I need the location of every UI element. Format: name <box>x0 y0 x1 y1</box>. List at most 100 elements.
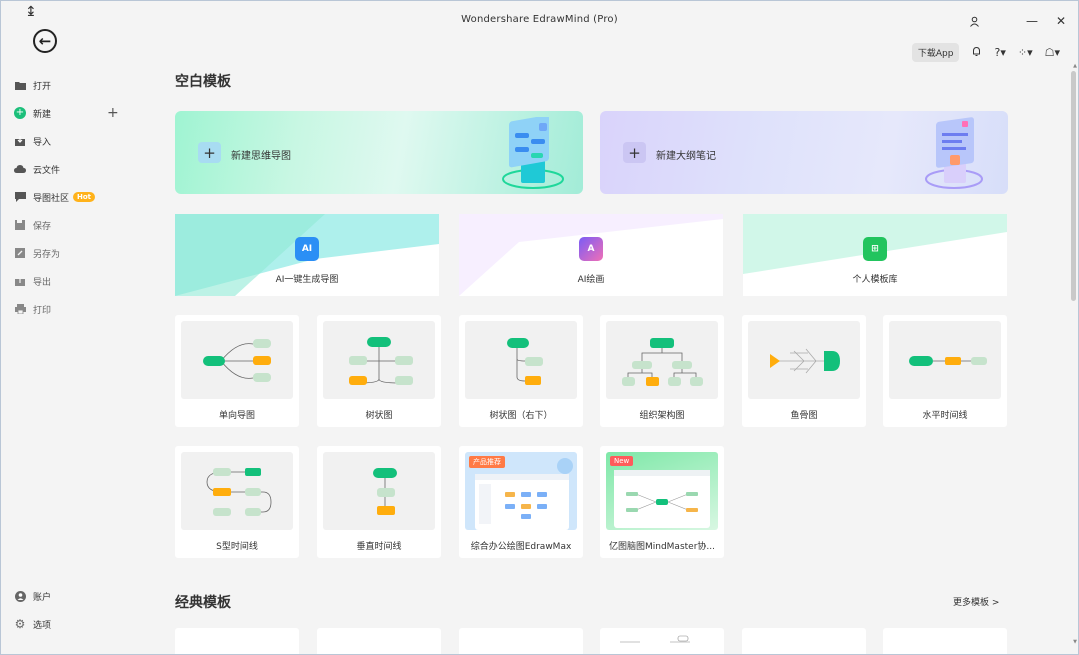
sidebar-item-label: 打开 <box>33 81 52 92</box>
user-icon[interactable] <box>963 11 985 31</box>
sidebar-item-import[interactable]: 导入 <box>1 127 131 155</box>
sidebar-item-print[interactable]: 打印 <box>1 295 131 323</box>
classic-template-card[interactable] <box>883 628 1007 654</box>
template-label: 亿图脑图MindMaster协... <box>608 542 715 552</box>
sidebar-item-label: 打印 <box>33 305 52 316</box>
sidebar: 打开 + 新建 + 导入 云文件 导图社区 Hot 保存 另存为 导出 打印 <box>1 71 131 323</box>
template-thumbnail <box>323 452 435 530</box>
template-edrawmax[interactable]: 产品推荐 综合办公绘图EdrawMax <box>459 446 583 558</box>
save-icon <box>14 219 26 231</box>
title-bar: ↨ Wondershare EdrawMind (Pro) — ✕ <box>1 1 1078 39</box>
classic-template-card[interactable] <box>600 628 724 654</box>
download-app-button[interactable]: 下载App <box>911 43 960 62</box>
template-org[interactable]: 组织架构图 <box>600 315 724 427</box>
ai-icon: AI <box>295 237 319 261</box>
card-label: 个人模板库 <box>852 275 898 285</box>
sidebar-item-export[interactable]: 导出 <box>1 267 131 295</box>
bell-icon[interactable] <box>971 46 982 60</box>
template-timeline-s[interactable]: S型时间线 <box>175 446 299 558</box>
new-plus-icon: + <box>14 107 26 119</box>
close-button[interactable]: ✕ <box>1050 11 1072 31</box>
template-label: S型时间线 <box>216 542 258 552</box>
sidebar-item-cloud[interactable]: 云文件 <box>1 155 131 183</box>
plus-icon: + <box>198 142 221 163</box>
export-icon <box>14 275 26 287</box>
template-label: 树状图（右下） <box>489 411 553 421</box>
classic-template-card[interactable] <box>175 628 299 654</box>
save-as-icon <box>14 247 26 259</box>
sidebar-item-label: 选项 <box>33 620 52 631</box>
section-title-classic: 经典模板 <box>175 595 231 611</box>
template-mindmaster[interactable]: New 亿图脑图MindMaster协... <box>600 446 724 558</box>
sidebar-item-save[interactable]: 保存 <box>1 211 131 239</box>
sidebar-item-label: 导入 <box>33 137 52 148</box>
back-arrow-icon[interactable]: ← <box>33 29 57 53</box>
printer-icon <box>14 303 26 315</box>
template-library-icon: ⊞ <box>863 237 887 261</box>
more-templates-link[interactable]: 更多模板 > <box>953 595 999 608</box>
template-label: 单向导图 <box>218 411 255 421</box>
sidebar-item-community[interactable]: 导图社区 Hot <box>1 183 131 211</box>
folder-icon <box>14 79 26 91</box>
scroll-down-arrow-icon[interactable]: ▼ <box>1073 639 1077 645</box>
minimize-button[interactable]: — <box>1021 11 1043 31</box>
account-icon <box>14 590 26 602</box>
template-thumbnail <box>889 321 1001 399</box>
template-thumbnail <box>181 452 293 530</box>
help-icon[interactable]: ?▾ <box>994 46 1005 59</box>
scroll-up-arrow-icon[interactable]: ▲ <box>1073 63 1077 69</box>
sidebar-item-label: 另存为 <box>33 249 61 260</box>
template-label: 垂直时间线 <box>356 542 402 552</box>
sidebar-item-label: 云文件 <box>33 165 61 176</box>
mindmap-illustration-icon <box>502 117 564 189</box>
template-thumbnail <box>606 321 718 399</box>
new-badge: New <box>610 456 634 466</box>
ai-draw-card[interactable]: A AI绘画 <box>459 214 723 296</box>
sidebar-item-new[interactable]: + 新建 + <box>1 99 131 127</box>
app-window: ↨ Wondershare EdrawMind (Pro) — ✕ ← 下载Ap… <box>0 0 1079 655</box>
sidebar-item-open[interactable]: 打开 <box>1 71 131 99</box>
template-label: 鱼骨图 <box>790 411 818 421</box>
template-timeline-vertical[interactable]: 垂直时间线 <box>317 446 441 558</box>
shirt-icon[interactable]: ☖▾ <box>1045 46 1060 59</box>
personal-template-card[interactable]: ⊞ 个人模板库 <box>743 214 1007 296</box>
card-label: AI绘画 <box>577 275 605 285</box>
sidebar-item-saveas[interactable]: 另存为 <box>1 239 131 267</box>
template-tree-right[interactable]: 树状图（右下） <box>459 315 583 427</box>
chat-icon <box>14 191 26 203</box>
plus-icon: + <box>623 142 646 163</box>
classic-template-card[interactable] <box>742 628 866 654</box>
template-one-way[interactable]: 单向导图 <box>175 315 299 427</box>
template-thumbnail: 产品推荐 <box>465 452 577 530</box>
add-icon[interactable]: + <box>107 105 119 121</box>
hot-badge: Hot <box>73 192 96 202</box>
template-label: 综合办公绘图EdrawMax <box>470 542 572 552</box>
ai-paint-icon: A <box>579 237 603 261</box>
card-label: 新建大纲笔记 <box>656 151 716 162</box>
cloud-icon <box>14 163 26 175</box>
recommend-badge: 产品推荐 <box>469 456 505 468</box>
template-label: 树状图 <box>365 411 393 421</box>
template-thumbnail <box>323 321 435 399</box>
sidebar-bottom: 账户 ⚙ 选项 <box>1 582 131 638</box>
outline-illustration-icon <box>925 117 983 189</box>
classic-template-card[interactable] <box>317 628 441 654</box>
vertical-scrollbar[interactable] <box>1071 71 1076 301</box>
ai-mindmap-card[interactable]: AI AI一键生成导图 <box>175 214 439 296</box>
template-thumbnail: New <box>606 452 718 530</box>
sidebar-item-label: 保存 <box>33 221 52 232</box>
new-mindmap-card[interactable]: + 新建思维导图 <box>175 111 583 194</box>
gear-icon: ⚙ <box>14 617 26 631</box>
card-label: AI一键生成导图 <box>275 275 339 285</box>
sidebar-item-label: 新建 <box>33 109 52 120</box>
template-timeline-horizontal[interactable]: 水平时间线 <box>883 315 1007 427</box>
template-fishbone[interactable]: 鱼骨图 <box>742 315 866 427</box>
template-thumbnail <box>748 321 860 399</box>
apps-icon[interactable]: ⁘▾ <box>1018 46 1033 59</box>
sidebar-item-account[interactable]: 账户 <box>1 582 131 610</box>
classic-template-card[interactable] <box>459 628 583 654</box>
card-label: 新建思维导图 <box>231 151 291 162</box>
template-tree[interactable]: 树状图 <box>317 315 441 427</box>
sidebar-item-options[interactable]: ⚙ 选项 <box>1 610 131 638</box>
new-outline-card[interactable]: + 新建大纲笔记 <box>600 111 1008 194</box>
